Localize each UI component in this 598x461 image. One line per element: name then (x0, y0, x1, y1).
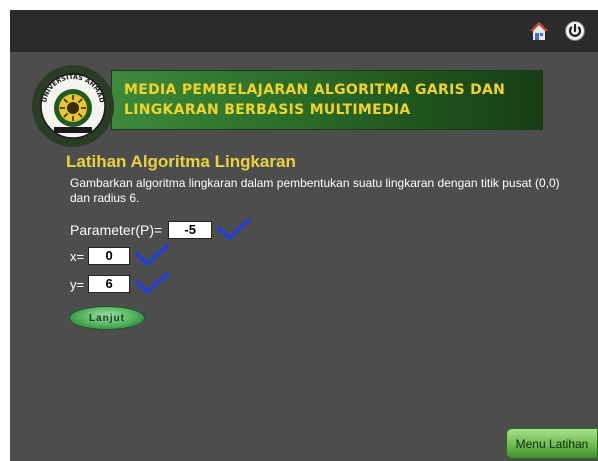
check-icon (135, 244, 169, 266)
exercise-description: Gambarkan algoritma lingkaran dalam pemb… (70, 176, 560, 205)
next-button[interactable]: Lanjut (69, 306, 145, 330)
x-row: x= 0 (70, 244, 170, 268)
university-logo: UNIVERSITAS AHMAD DAHLAN (32, 65, 114, 147)
top-bar (10, 10, 598, 52)
app-window: MEDIA PEMBELAJARAN ALGORITMA GARIS DAN L… (10, 10, 598, 461)
home-icon[interactable] (527, 19, 551, 43)
power-icon[interactable] (563, 19, 587, 43)
header-banner: MEDIA PEMBELAJARAN ALGORITMA GARIS DAN L… (25, 62, 545, 147)
x-input[interactable]: 0 (88, 247, 131, 265)
next-button-label: Lanjut (89, 312, 125, 324)
parameter-input[interactable]: -5 (168, 221, 213, 239)
app-title: MEDIA PEMBELAJARAN ALGORITMA GARIS DAN L… (124, 82, 506, 118)
x-label: x= (70, 248, 85, 264)
y-row: y= 6 (70, 272, 170, 296)
y-label: y= (70, 276, 85, 292)
y-input[interactable]: 6 (88, 275, 131, 293)
banner-title-bar: MEDIA PEMBELAJARAN ALGORITMA GARIS DAN L… (111, 70, 543, 130)
check-icon (135, 272, 169, 294)
parameter-label: Parameter(P)= (70, 222, 163, 238)
menu-latihan-button[interactable]: Menu Latihan (506, 428, 598, 459)
check-icon (217, 218, 251, 240)
parameter-row: Parameter(P)= -5 (70, 218, 252, 242)
exercise-title: Latihan Algoritma Lingkaran (66, 152, 296, 171)
